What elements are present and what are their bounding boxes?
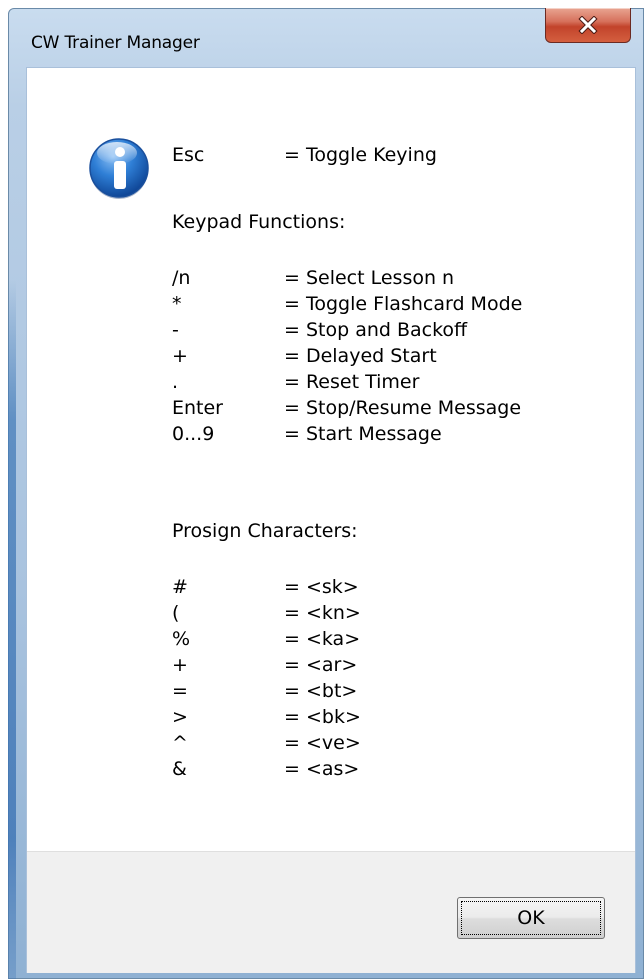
keypad-key: + [172, 345, 188, 367]
keypad-key: . [172, 371, 179, 393]
prosign-key: # [172, 576, 188, 598]
keypad-description: = Stop/Resume Message [284, 397, 522, 419]
dialog-content: Esc = Toggle Keying Keypad Functions: /n… [26, 67, 636, 973]
ok-button-label: OK [517, 907, 545, 929]
keypad-key: Enter [172, 397, 223, 419]
close-button[interactable] [545, 8, 631, 43]
title-bar[interactable]: CW Trainer Manager [9, 8, 644, 67]
prosign-key: & [172, 758, 187, 780]
prosign-key: ^ [172, 732, 188, 754]
prosign-description: = <bt> [284, 680, 358, 702]
prosign-description: = <ka> [284, 628, 361, 650]
prosign-description: = <as> [284, 758, 360, 780]
prosign-description: = <ar> [284, 654, 358, 676]
keypad-key: /n [172, 267, 191, 289]
keypad-description: = Start Message [284, 423, 442, 445]
esc-description: = Toggle Keying [284, 144, 437, 166]
esc-key: Esc [172, 144, 205, 166]
prosign-key: > [172, 706, 188, 728]
close-icon [578, 16, 598, 34]
prosign-key: + [172, 654, 188, 676]
keypad-key: 0...9 [172, 423, 215, 445]
keypad-description: = Stop and Backoff [284, 319, 468, 341]
ok-button[interactable]: OK [457, 897, 605, 939]
prosign-characters-heading: Prosign Characters: [172, 520, 358, 542]
prosign-key: = [172, 680, 188, 702]
keypad-description: = Delayed Start [284, 345, 437, 367]
dialog-window: CW Trainer Manager Esc = Toggle Keying K… [8, 8, 644, 979]
keypad-description: = Toggle Flashcard Mode [284, 293, 523, 315]
prosign-key: % [172, 628, 191, 650]
keypad-functions-heading: Keypad Functions: [172, 211, 346, 233]
keypad-key: * [172, 293, 182, 315]
prosign-key: ( [172, 602, 180, 624]
prosign-description: = <kn> [284, 602, 361, 624]
prosign-description: = <sk> [284, 576, 359, 598]
window-edge-highlight [8, 280, 16, 979]
keypad-description: = Select Lesson n [284, 267, 455, 289]
prosign-description: = <ve> [284, 732, 361, 754]
window-title: CW Trainer Manager [31, 33, 200, 53]
information-icon [89, 138, 149, 199]
button-bar: OK [27, 851, 635, 973]
keypad-key: - [172, 319, 179, 341]
keypad-description: = Reset Timer [284, 371, 420, 393]
prosign-description: = <bk> [284, 706, 361, 728]
